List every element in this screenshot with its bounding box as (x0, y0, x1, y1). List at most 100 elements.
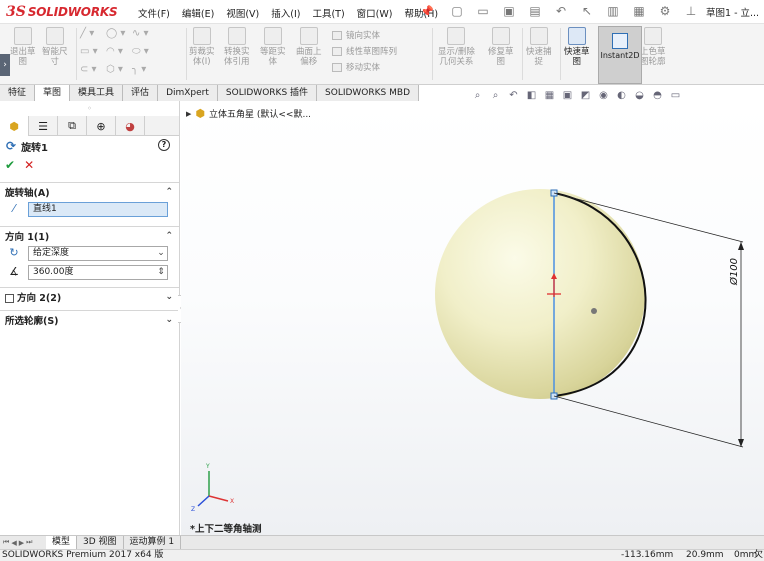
exit-sketch-button[interactable]: 退出草 图 (10, 27, 36, 67)
display-manager-icon[interactable]: ◕ (116, 116, 145, 136)
first-tab-icon[interactable]: ⏮ (3, 538, 9, 547)
command-tabs: 特征 草图 模具工具 评估 DimXpert SOLIDWORKS 插件 SOL… (0, 85, 419, 101)
trim-entities-button[interactable]: 剪裁实 体(I) (189, 27, 215, 67)
convert-entities-button[interactable]: 转换实 体引用 (224, 27, 250, 67)
direction2-header[interactable]: 方向 2(2) ⌄ (0, 288, 179, 306)
slot-tool-icon[interactable]: ⊂ ▾ (80, 64, 106, 78)
linear-pattern-icon (332, 46, 342, 56)
tab-sketch[interactable]: 草图 (35, 85, 71, 101)
spline-tool-icon[interactable]: ∿ ▾ (132, 28, 158, 42)
property-manager-icon[interactable]: ☰ (29, 116, 58, 136)
expand-chevron-icon[interactable]: ⌄ (165, 292, 173, 302)
select-icon[interactable]: ↖ (578, 3, 596, 19)
tab-addins[interactable]: SOLIDWORKS 插件 (217, 85, 318, 101)
selected-contours-header[interactable]: 所选轮廓(S) ⌄ (0, 311, 179, 329)
model-canvas[interactable]: Ø100 Y X Z (181, 101, 764, 535)
linear-pattern-item[interactable]: 线性草图阵列 (332, 45, 397, 57)
quick-snaps-icon (529, 27, 548, 45)
end-condition-select[interactable]: 给定深度 ⌄ (28, 246, 168, 261)
ellipse-tool-icon[interactable]: ⬭ ▾ (132, 46, 158, 60)
tab-model[interactable]: 模型 (46, 536, 78, 549)
dimxpert-manager-icon[interactable]: ⊕ (87, 116, 116, 136)
repair-sketch-button[interactable]: 修复草 图 (488, 27, 514, 67)
tab-scroll-buttons: ⏮ ◀ ▶ ⏭ (0, 536, 46, 549)
angle-input[interactable]: 360.00度 ⇕ (28, 265, 168, 280)
pin-toolbar-icon[interactable]: ⊥ (682, 3, 700, 19)
file-properties-icon[interactable]: ▦ (630, 3, 648, 19)
direction2-checkbox[interactable] (5, 294, 14, 303)
ribbon-expand-handle[interactable]: › (0, 54, 10, 76)
instant2d-button[interactable]: Instant2D (598, 26, 642, 84)
polygon-tool-icon[interactable]: ⬡ ▾ (106, 64, 132, 78)
last-tab-icon[interactable]: ⏭ (26, 538, 32, 547)
offset-on-surface-button[interactable]: 曲面上 偏移 (296, 27, 322, 67)
options-gear-icon[interactable]: ⚙ (656, 3, 674, 19)
mirror-label: 镜向实体 (346, 31, 381, 41)
rapid-sketch-button[interactable]: 快速草 图 (564, 27, 590, 67)
move-entities-item[interactable]: 移动实体 (332, 61, 397, 73)
reverse-direction-icon[interactable]: ↻ (6, 246, 22, 261)
smart-dimension-label: 智能尺 寸 (42, 47, 68, 67)
graphics-area[interactable]: ▶ ⬢ 立体五角星 (默认<<默... Ø100 Y X Z *上下二等角轴测 (181, 101, 764, 535)
save-icon[interactable]: ▣ (500, 3, 518, 19)
ribbon-divider (432, 28, 433, 80)
circle-tool-icon[interactable]: ◯ ▾ (106, 28, 132, 42)
new-document-icon[interactable]: ▢ (448, 3, 466, 19)
next-tab-icon[interactable]: ▶ (19, 539, 24, 547)
rebuild-icon[interactable]: ▥ (604, 3, 622, 19)
smart-dimension-button[interactable]: 智能尺 寸 (42, 27, 68, 67)
solidworks-logo[interactable]: 3S SOLIDWORKS (6, 2, 118, 22)
fillet-tool-icon[interactable]: ╮ ▾ (132, 64, 158, 78)
shaded-sketch-contours-button[interactable]: 上色草 图轮廓 (640, 27, 666, 67)
feature-manager-icon[interactable]: ⬢ (0, 116, 29, 136)
selected-contours-title: 所选轮廓(S) (5, 316, 59, 327)
open-folder-icon[interactable]: ▭ (474, 3, 492, 19)
direction1-title: 方向 1(1) (5, 232, 50, 243)
tab-evaluate[interactable]: 评估 (123, 85, 159, 101)
cancel-button[interactable]: ✕ (24, 158, 34, 172)
menu-file[interactable]: 文件(F) (132, 4, 176, 22)
undo-icon[interactable]: ↶ (552, 3, 570, 19)
axis-section-header[interactable]: 旋转轴(A) ⌃ (0, 183, 179, 201)
line-tool-icon[interactable]: ╱ ▾ (80, 28, 106, 42)
tab-features[interactable]: 特征 (0, 85, 36, 101)
tab-mold-tools[interactable]: 模具工具 (70, 85, 124, 101)
ok-button[interactable]: ✔ (5, 158, 15, 172)
tab-motion-study[interactable]: 运动算例 1 (124, 536, 182, 549)
menu-tools[interactable]: 工具(T) (306, 4, 350, 22)
tab-dimxpert[interactable]: DimXpert (158, 85, 218, 101)
panel-grip[interactable]: ◦ (0, 101, 179, 116)
tab-3d-views[interactable]: 3D 视图 (77, 536, 124, 549)
rectangle-tool-icon[interactable]: ▭ ▾ (80, 46, 106, 60)
direction2-section: 方向 2(2) ⌄ (0, 287, 179, 306)
menu-window[interactable]: 窗口(W) (351, 4, 399, 22)
pin-icon[interactable]: 📌 (420, 5, 434, 18)
tab-mbd[interactable]: SOLIDWORKS MBD (317, 85, 419, 101)
direction1-header[interactable]: 方向 1(1) ⌃ (0, 227, 179, 245)
mirror-icon (332, 30, 342, 40)
model-tabs-bar: ⏮ ◀ ▶ ⏭ 模型 3D 视图 运动算例 1 (0, 535, 764, 549)
spin-buttons-icon[interactable]: ⇕ (155, 266, 167, 279)
arc-tool-icon[interactable]: ◠ ▾ (106, 46, 132, 60)
collapse-chevron-icon[interactable]: ⌃ (165, 187, 173, 197)
expand-chevron-icon[interactable]: ⌄ (165, 315, 173, 325)
menu-view[interactable]: 视图(V) (220, 4, 265, 22)
menu-insert[interactable]: 插入(I) (265, 4, 306, 22)
display-delete-relations-button[interactable]: 显示/删除 几何关系 (438, 27, 475, 67)
configuration-manager-icon[interactable]: ⧉ (58, 116, 87, 136)
quick-snaps-button[interactable]: 快速捕 捉 (526, 27, 552, 67)
status-x-coordinate: -113.16mm (621, 550, 674, 560)
axis-selection-field[interactable]: 直线1 (28, 202, 168, 217)
diameter-dimension-text[interactable]: Ø100 (728, 258, 740, 286)
prev-tab-icon[interactable]: ◀ (11, 539, 16, 547)
print-icon[interactable]: ▤ (526, 3, 544, 19)
offset-entities-button[interactable]: 等距实 体 (260, 27, 286, 67)
collapse-chevron-icon[interactable]: ⌃ (165, 231, 173, 241)
shaded-sketch-icon (643, 27, 662, 45)
mirror-entities-item[interactable]: 镜向实体 (332, 29, 397, 41)
triad-z-label: Z (191, 506, 195, 513)
help-icon[interactable]: ? (158, 139, 170, 151)
view-triad: Y X Z (191, 463, 234, 513)
axis-line-icon: ⁄ (13, 202, 15, 215)
menu-edit[interactable]: 编辑(E) (176, 4, 220, 22)
